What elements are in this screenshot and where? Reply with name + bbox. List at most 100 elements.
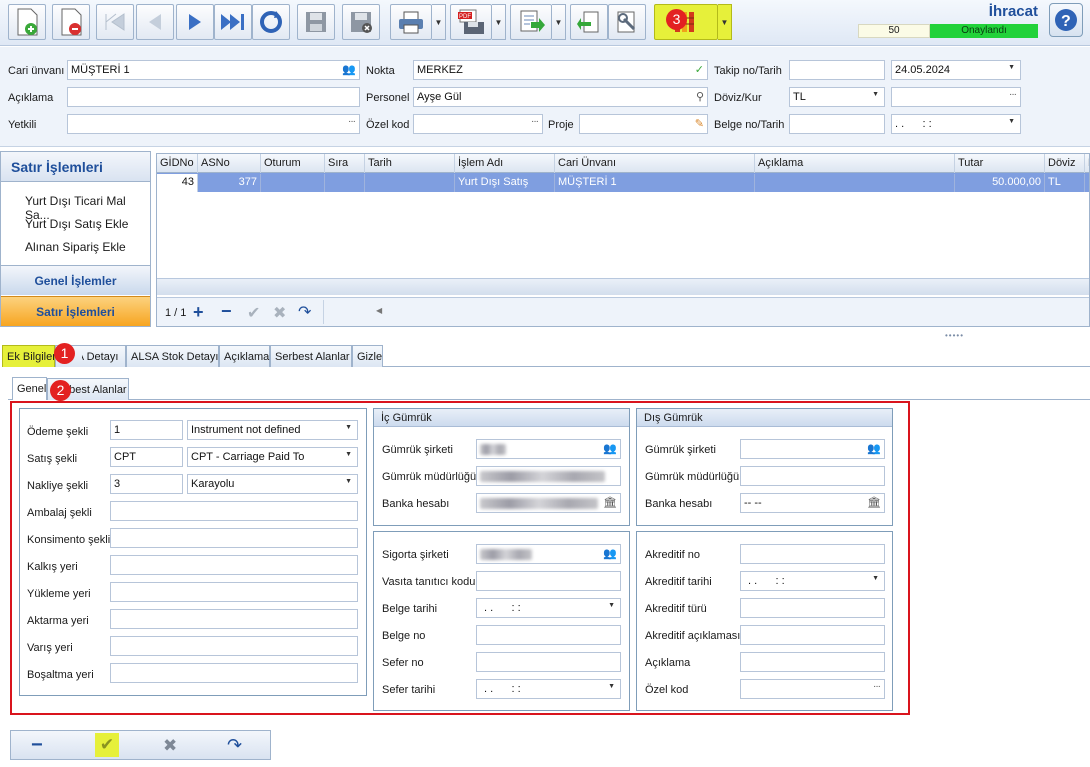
print-button[interactable] [390, 4, 432, 40]
belge-date-value: . . : : [895, 118, 932, 130]
konsimento-input[interactable] [110, 528, 358, 548]
refresh-button[interactable] [252, 4, 290, 40]
save-close-button[interactable] [342, 4, 380, 40]
aktarma-input[interactable] [110, 609, 358, 629]
genel-islemler-button[interactable]: Genel İşlemler [1, 265, 150, 295]
yukleme-input[interactable] [110, 582, 358, 602]
varis-input[interactable] [110, 636, 358, 656]
col-gidno[interactable]: GİDNo [157, 154, 198, 173]
export-button[interactable] [510, 4, 552, 40]
side-item-1[interactable]: Yurt Dışı Satış Ekle [25, 217, 128, 231]
satir-islemleri-button[interactable]: Satır İşlemleri [1, 296, 150, 326]
doviz-select[interactable]: TL ▼ [789, 87, 885, 107]
vasita-input[interactable] [476, 571, 621, 591]
dis-mudurluk-input[interactable] [740, 466, 885, 486]
belge-no-input[interactable] [476, 625, 621, 645]
check-icon[interactable]: ✔ [247, 303, 260, 323]
odeme-code-input[interactable]: 1 [110, 420, 183, 440]
print-dropdown-button[interactable]: ▼ [432, 4, 446, 40]
odeme-select[interactable]: Instrument not defined ▼ [187, 420, 358, 440]
remove-row-icon[interactable]: − [221, 301, 232, 322]
splitter-grip[interactable]: ••••• [945, 331, 964, 340]
takip-date-input[interactable]: 24.05.2024 ▼ [891, 60, 1021, 80]
col-cari-unvani[interactable]: Cari Ünvanı [555, 154, 755, 173]
nakliye-select[interactable]: Karayolu ▼ [187, 474, 358, 494]
belge-no-input[interactable] [789, 114, 885, 134]
akreditif-turu-input[interactable] [740, 598, 885, 618]
belge-date-input[interactable]: . . : : ▼ [891, 114, 1021, 134]
cancel-icon[interactable]: ✖ [273, 303, 286, 323]
aciklama-input[interactable] [67, 87, 360, 107]
import-button[interactable] [570, 4, 608, 40]
satis-select[interactable]: CPT - Carriage Paid To ▼ [187, 447, 358, 467]
satis-code-input[interactable]: CPT [110, 447, 183, 467]
col-islem-adi[interactable]: İşlem Adı [455, 154, 555, 173]
next-record-button[interactable] [176, 4, 214, 40]
redo-icon[interactable]: ↷ [227, 735, 242, 756]
pdf-dropdown-button[interactable]: ▼ [492, 4, 506, 40]
extra-actions-dropdown-button[interactable]: ▼ [718, 4, 732, 40]
col-tarih[interactable]: Tarih [365, 154, 455, 173]
col-aciklama[interactable]: Açıklama [755, 154, 955, 173]
ic-banka-input[interactable]: 🏛 [476, 493, 621, 513]
pdf-button[interactable]: PDF [450, 4, 492, 40]
add-row-icon[interactable]: + [193, 302, 204, 323]
tab-alsa-stok-detayi[interactable]: ALSA Stok Detayı [126, 345, 219, 367]
bosaltma-input[interactable] [110, 663, 358, 683]
subtab-genel[interactable]: Genel [12, 377, 47, 400]
chevron-down-icon: ▼ [608, 683, 615, 690]
side-item-2[interactable]: Alınan Sipariş Ekle [25, 240, 126, 254]
tab-gizle[interactable]: Gizle [352, 345, 383, 367]
ambalaj-input[interactable] [110, 501, 358, 521]
previous-record-button[interactable] [136, 4, 174, 40]
takip-no-input[interactable] [789, 60, 885, 80]
akreditif-aciklamasi-input[interactable] [740, 625, 885, 645]
personel-input[interactable]: Ayşe Gül ⚲ [413, 87, 708, 107]
table-row[interactable]: 43 377 Yurt Dışı Satış MÜŞTERİ 1 50.000,… [157, 173, 1089, 192]
akreditif-group: Akreditif no Akreditif tarihi . . : : ▼ A… [636, 531, 893, 711]
akreditif-no-input[interactable] [740, 544, 885, 564]
tab-serbest-alanlar[interactable]: Serbest Alanlar [270, 345, 352, 367]
yetkili-input[interactable]: ··· [67, 114, 360, 134]
horizontal-scrollbar[interactable]: ◀ [323, 300, 1089, 324]
scroll-left-icon[interactable]: ◀ [376, 306, 382, 315]
nokta-input[interactable]: MERKEZ ✓ [413, 60, 708, 80]
first-record-button[interactable] [96, 4, 134, 40]
dis-banka-input[interactable]: -- -- 🏛 [740, 493, 885, 513]
col-oturum[interactable]: Oturum [261, 154, 325, 173]
akreditif-tarih-input[interactable]: . . : : ▼ [740, 571, 885, 591]
remove-icon[interactable]: − [31, 734, 43, 757]
dis-sirket-input[interactable]: 👥 [740, 439, 885, 459]
tools-button[interactable] [608, 4, 646, 40]
last-record-button[interactable] [214, 4, 252, 40]
col-e[interactable]: E [1085, 154, 1089, 173]
cancel-icon[interactable]: ✖ [163, 736, 177, 756]
delete-document-button[interactable] [52, 4, 90, 40]
cari-unvani-input[interactable]: MÜŞTERİ 1 👥 [67, 60, 360, 80]
belge-tarihi-input[interactable]: . . : : ▼ [476, 598, 621, 618]
tab-ek-bilgiler[interactable]: Ek Bilgiler [2, 345, 56, 367]
akreditif-aciklama-input[interactable] [740, 652, 885, 672]
nakliye-code-input[interactable]: 3 [110, 474, 183, 494]
ozel-kod-input[interactable]: ··· [413, 114, 543, 134]
sefer-tarihi-input[interactable]: . . : : ▼ [476, 679, 621, 699]
col-tutar[interactable]: Tutar [955, 154, 1045, 173]
help-button[interactable]: ? [1049, 3, 1083, 37]
col-asno[interactable]: ASNo [198, 154, 261, 173]
kur-input[interactable]: ··· [891, 87, 1021, 107]
confirm-icon[interactable]: ✔ [95, 733, 119, 757]
kalkis-input[interactable] [110, 555, 358, 575]
proje-input[interactable]: ✎ [579, 114, 708, 134]
ic-mudurluk-input[interactable] [476, 466, 621, 486]
tab-aciklama[interactable]: Açıklama [219, 345, 270, 367]
export-dropdown-button[interactable]: ▼ [552, 4, 566, 40]
save-button[interactable] [297, 4, 335, 40]
new-document-button[interactable] [8, 4, 46, 40]
col-sira[interactable]: Sıra [325, 154, 365, 173]
akreditif-ozel-kod-input[interactable]: ··· [740, 679, 885, 699]
sefer-no-input[interactable] [476, 652, 621, 672]
redo-icon[interactable]: ↷ [298, 302, 311, 322]
sigorta-input[interactable]: 👥 [476, 544, 621, 564]
col-doviz[interactable]: Döviz [1045, 154, 1085, 173]
ic-sirket-input[interactable]: 👥 [476, 439, 621, 459]
